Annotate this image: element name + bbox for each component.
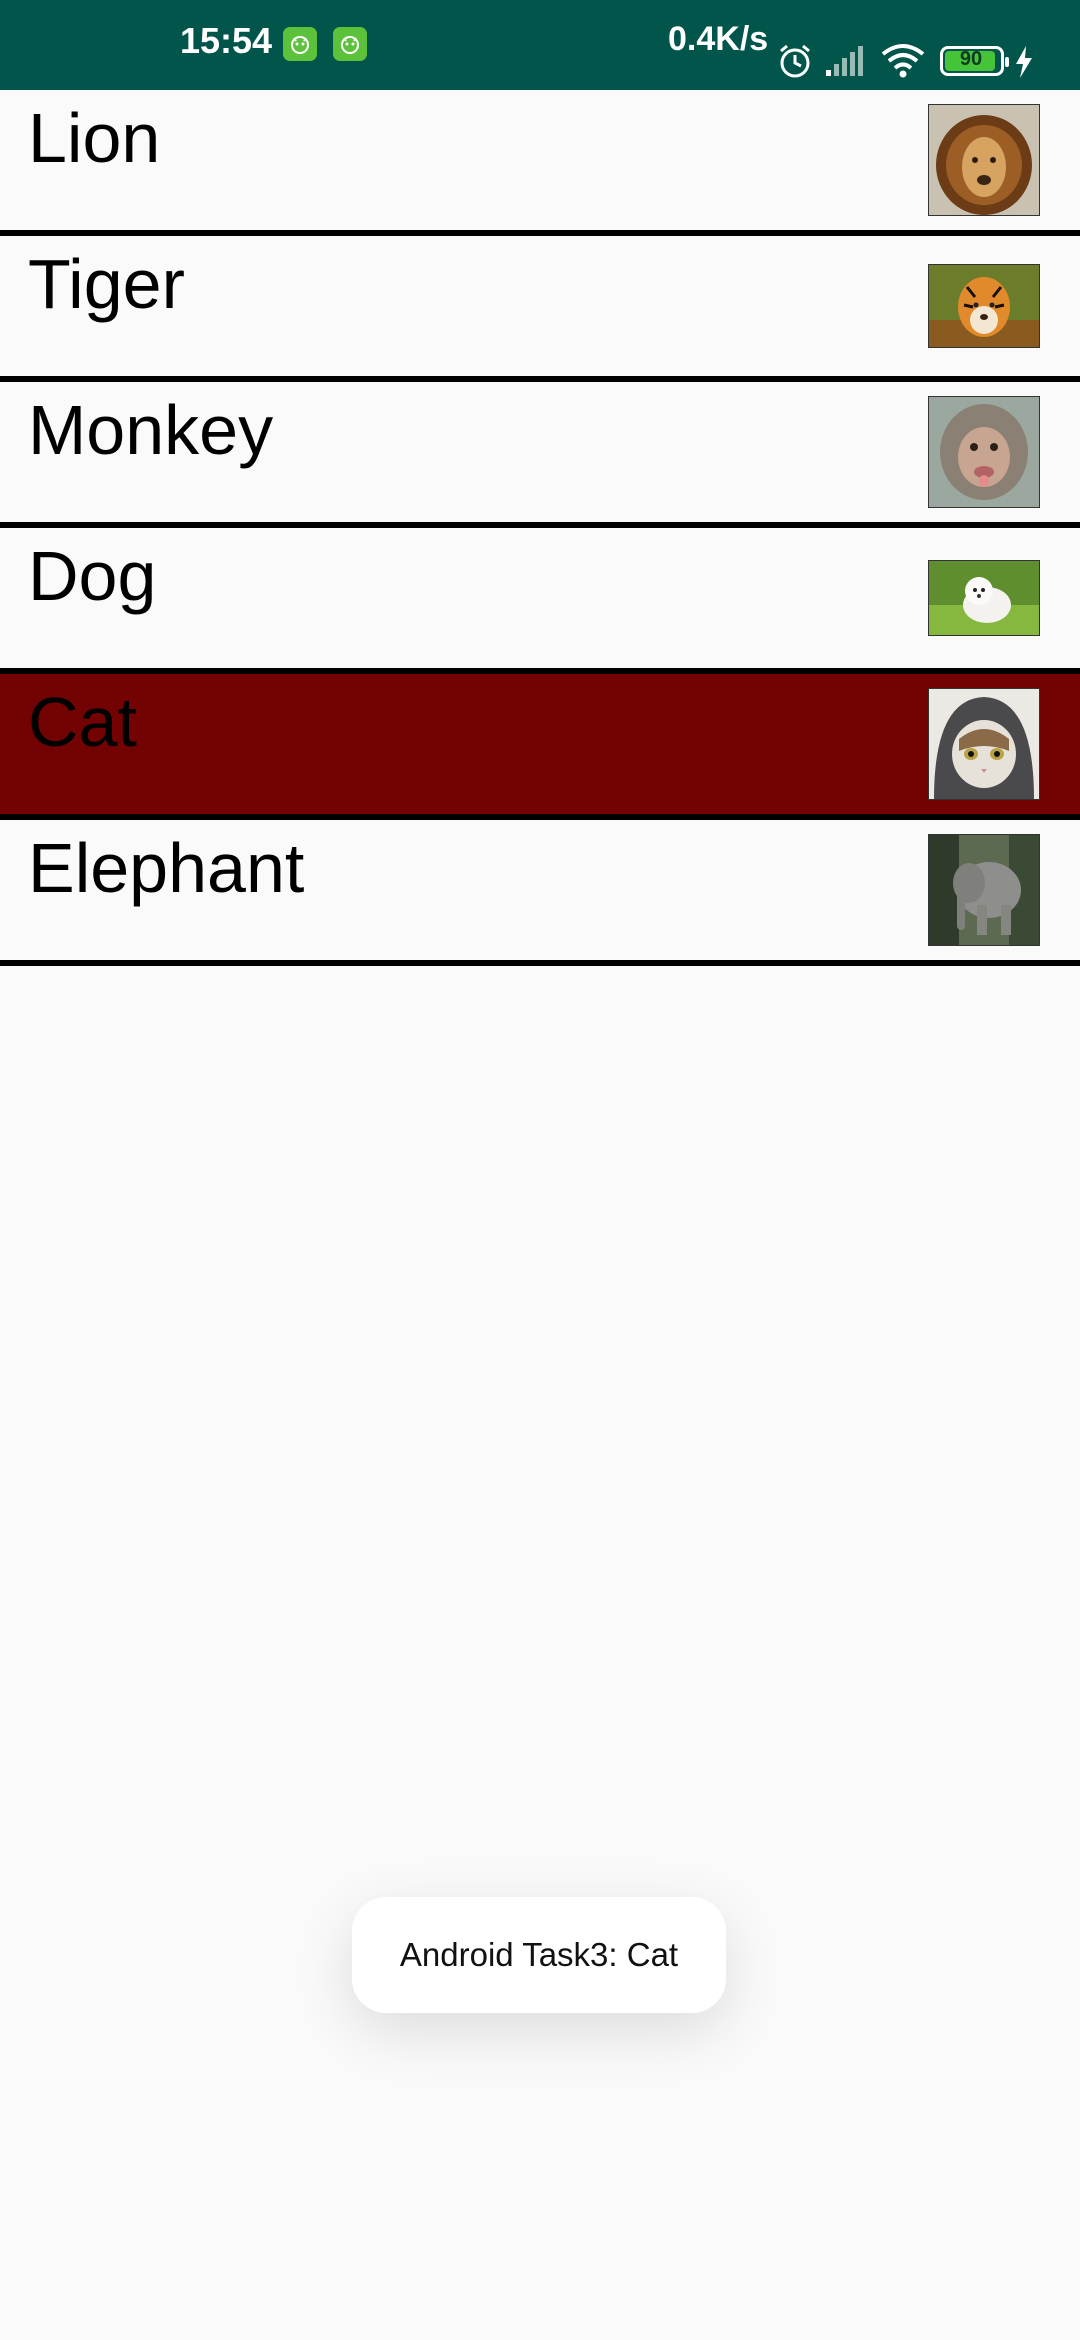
list-item-selected[interactable]: Cat <box>0 674 1080 820</box>
lion-photo <box>928 104 1040 216</box>
list-item[interactable]: Monkey <box>0 382 1080 528</box>
elephant-photo <box>928 834 1040 946</box>
list-item[interactable]: Elephant <box>0 820 1080 966</box>
list-item-label: Dog <box>28 537 157 615</box>
status-bar: 15:54 0.4K/s 90 <box>0 0 1080 90</box>
list-item-label: Elephant <box>28 829 305 907</box>
signal-icon <box>826 46 863 76</box>
list-item-label: Monkey <box>28 391 274 469</box>
cat-photo <box>928 688 1040 800</box>
net-speed: 0.4K/s <box>668 20 769 58</box>
battery-level: 90 <box>959 48 983 70</box>
dog-photo <box>928 560 1040 636</box>
list-item[interactable]: Tiger <box>0 236 1080 382</box>
toast-text: Android Task3: Cat <box>399 1936 679 1973</box>
monkey-photo <box>928 396 1040 508</box>
toast-message: Android Task3: Cat <box>352 1897 726 2013</box>
app-notification-icon <box>283 27 317 61</box>
alarm-icon <box>780 44 810 78</box>
battery-icon: 90 <box>940 46 1009 76</box>
animal-list: Lion Tiger Monkey Dog Cat Elephant <box>0 90 1080 966</box>
list-item-label: Cat <box>28 683 137 761</box>
status-time: 15:54 <box>180 20 273 61</box>
list-item[interactable]: Lion <box>0 90 1080 236</box>
list-item-label: Tiger <box>28 245 185 323</box>
list-item-label: Lion <box>28 99 161 177</box>
wifi-icon <box>881 44 925 78</box>
list-item[interactable]: Dog <box>0 528 1080 674</box>
tiger-photo <box>928 264 1040 348</box>
app-notification-icon <box>333 27 367 61</box>
charging-icon <box>1016 46 1032 78</box>
